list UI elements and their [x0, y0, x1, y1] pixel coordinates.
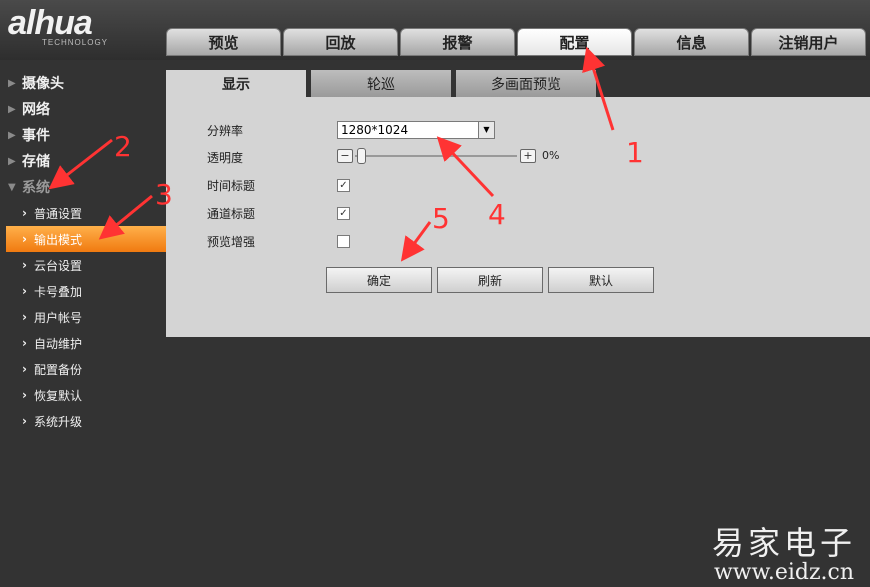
arrow-2	[48, 138, 113, 190]
arrow-1	[582, 46, 615, 131]
watermark: 易家电子 www.eidz.cn	[712, 518, 856, 585]
annotation-1: 1	[626, 136, 644, 169]
watermark-cn: 易家电子	[712, 524, 857, 562]
watermark-url: www.eidz.cn	[713, 560, 855, 585]
annotation-4: 4	[488, 198, 506, 231]
annotation-2: 2	[114, 130, 132, 163]
arrow-4	[436, 136, 495, 198]
annotation-5: 5	[432, 202, 450, 235]
annotation-arrows	[48, 46, 615, 262]
arrow-3	[98, 194, 153, 240]
annotation-3: 3	[155, 178, 173, 211]
arrow-5	[400, 221, 432, 262]
